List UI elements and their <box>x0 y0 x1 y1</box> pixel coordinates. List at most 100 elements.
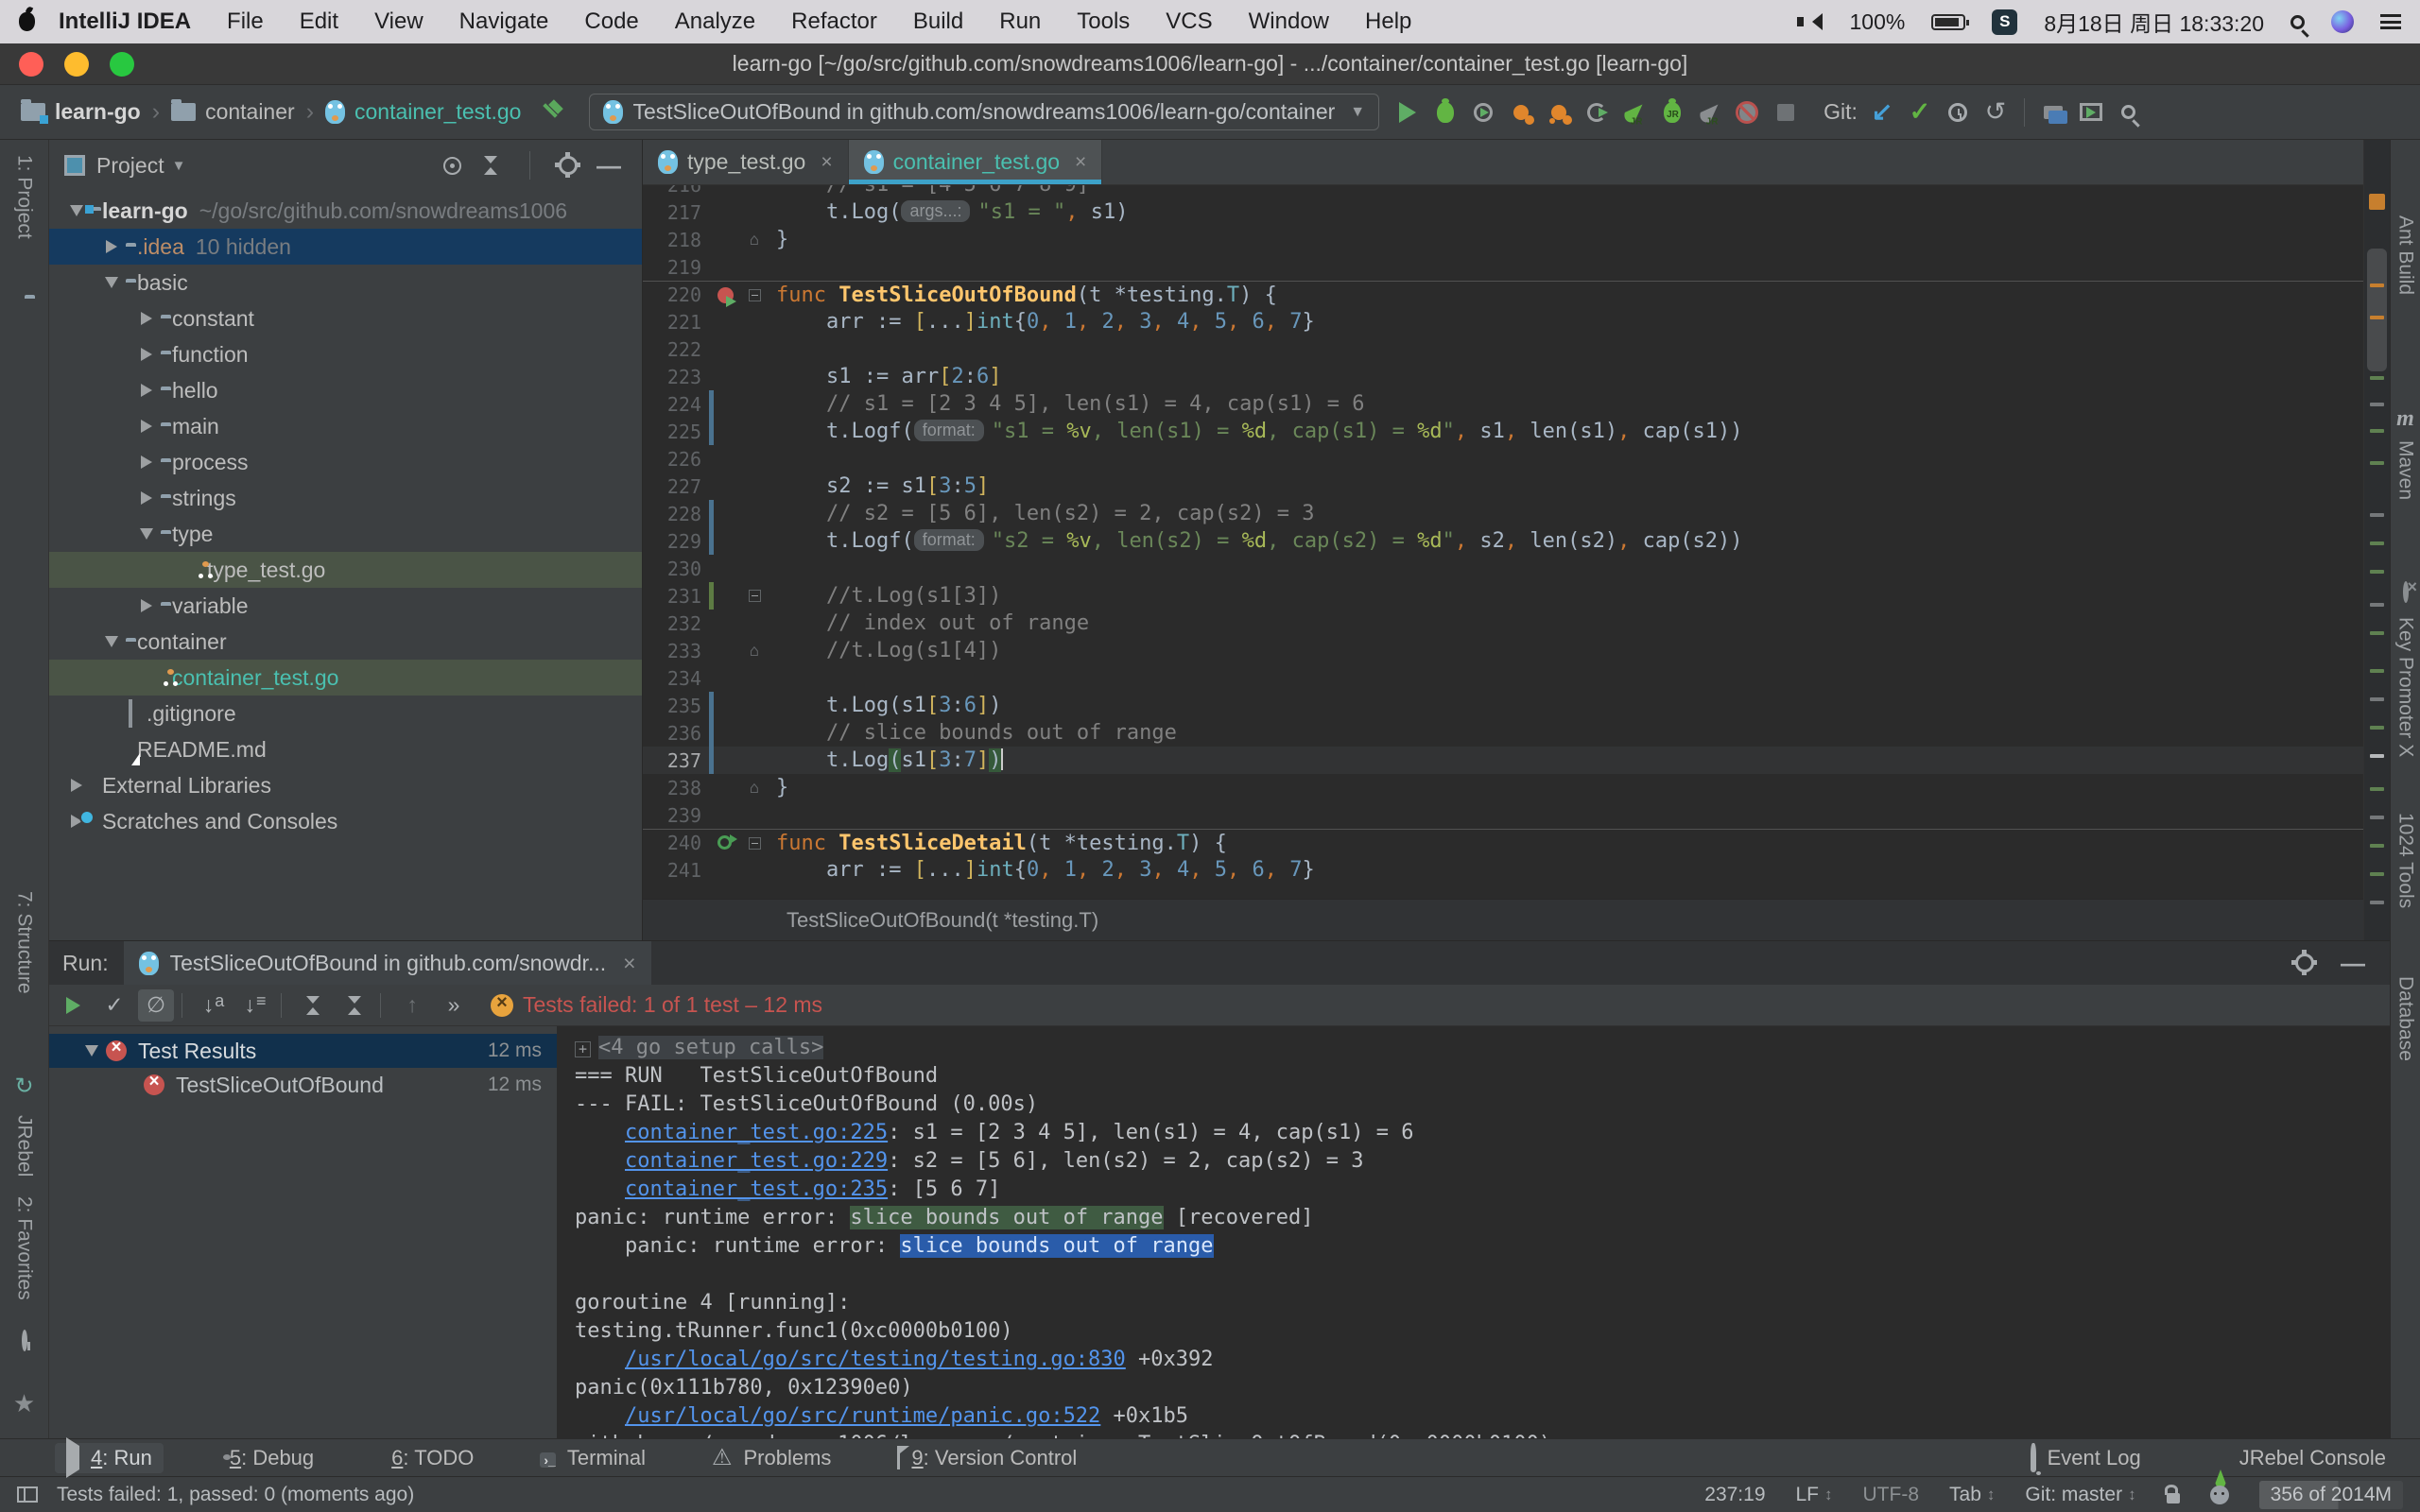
tree-row-variable[interactable]: variable <box>49 588 642 624</box>
close-icon[interactable]: × <box>1075 151 1086 174</box>
tree-toggle-icon[interactable] <box>62 779 91 792</box>
profiler-memory-icon[interactable] <box>1540 94 1578 131</box>
minimize-window-button[interactable] <box>64 52 89 77</box>
rerun-disabled-icon[interactable] <box>1691 94 1729 131</box>
tree-row-container_test.go[interactable]: container_test.go <box>49 660 642 696</box>
menu-item-code[interactable]: Code <box>566 9 656 35</box>
sync-icon[interactable]: ↻ <box>14 1075 33 1098</box>
menubar-clock[interactable]: 8月18日 周日 18:33:20 <box>2044 6 2264 38</box>
hide-panel-icon[interactable]: — <box>2341 949 2365 978</box>
gear-icon[interactable] <box>2295 954 2314 972</box>
menu-item-help[interactable]: Help <box>1347 9 1429 35</box>
tree-row-basic[interactable]: basic <box>49 265 642 301</box>
tree-row-main[interactable]: main <box>49 408 642 444</box>
menu-item-window[interactable]: Window <box>1231 9 1347 35</box>
fold-marker[interactable] <box>742 587 767 606</box>
tree-row-hello[interactable]: hello <box>49 372 642 408</box>
menu-item-file[interactable]: File <box>209 9 282 35</box>
toolwindow-button-problems[interactable]: ⚠Problems <box>700 1441 842 1474</box>
code-line-222[interactable]: 222 <box>643 335 2363 363</box>
debug-icon[interactable] <box>1426 94 1464 131</box>
code-line-239[interactable]: 239 <box>643 801 2363 829</box>
status-widget-356-of-2014m[interactable]: 356 of 2014M <box>2259 1481 2403 1509</box>
notification-center-icon[interactable] <box>2380 14 2401 29</box>
tree-row-process[interactable]: process <box>49 444 642 480</box>
tab-type_test.go[interactable]: type_test.go× <box>643 140 849 184</box>
menu-item-vcs[interactable]: VCS <box>1148 9 1230 35</box>
tree-toggle-icon[interactable] <box>132 384 161 397</box>
menu-item-refactor[interactable]: Refactor <box>773 9 895 35</box>
hector-icon[interactable] <box>2210 1486 2229 1504</box>
search-everywhere-icon[interactable] <box>2110 94 2148 131</box>
chevron-down-icon[interactable]: ▼ <box>172 158 186 174</box>
code-line-228[interactable]: 228 // s2 = [5 6], len(s2) = 2, cap(s2) … <box>643 500 2363 527</box>
build-hammer-icon[interactable] <box>540 100 564 125</box>
more-icon[interactable]: » <box>436 989 472 1022</box>
hide-panel-icon[interactable]: — <box>596 151 621 180</box>
close-window-button[interactable] <box>19 52 43 77</box>
toolwindow-button-version-control[interactable]: 9: Version Control <box>886 1443 1088 1473</box>
locate-file-icon[interactable] <box>443 157 461 175</box>
pin-icon[interactable] <box>22 1332 27 1349</box>
menu-item-analyze[interactable]: Analyze <box>657 9 773 35</box>
tree-toggle-icon[interactable] <box>132 528 161 540</box>
code-line-230[interactable]: 230 <box>643 555 2363 582</box>
rerun-icon[interactable] <box>55 989 91 1022</box>
stop-bug-icon[interactable] <box>1729 94 1767 131</box>
tree-toggle-icon[interactable] <box>132 420 161 433</box>
tree-row-.gitignore[interactable]: .gitignore <box>49 696 642 731</box>
code-line-223[interactable]: 223 s1 := arr[2:6] <box>643 363 2363 390</box>
menu-item-edit[interactable]: Edit <box>282 9 356 35</box>
code-line-216[interactable]: 216 // s1 = [4 5 6 7 8 9] <box>643 185 2363 198</box>
close-icon[interactable]: × <box>821 151 832 174</box>
run-anything-icon[interactable] <box>2072 94 2110 131</box>
show-ignored-icon[interactable]: ∅ <box>138 989 174 1022</box>
tree-row-type[interactable]: type <box>49 516 642 552</box>
code-line-221[interactable]: 221 arr := [...]int{0, 1, 2, 3, 4, 5, 6,… <box>643 308 2363 335</box>
code-line-219[interactable]: 219 <box>643 253 2363 281</box>
code-line-240[interactable]: 240func TestSliceDetail(t *testing.T) { <box>643 829 2363 856</box>
fold-expand-icon[interactable]: + <box>575 1041 591 1057</box>
show-passed-icon[interactable]: ✓ <box>96 989 132 1022</box>
tree-toggle-icon[interactable] <box>97 240 126 253</box>
tree-toggle-icon[interactable] <box>97 636 126 647</box>
collapse-all-icon[interactable] <box>337 989 372 1022</box>
status-widget-utf-8[interactable]: UTF-8 <box>1863 1484 1920 1506</box>
status-widget-lf[interactable]: LF↕ <box>1796 1484 1833 1506</box>
fold-marker[interactable]: ⌂ <box>742 642 767 661</box>
coverage-icon[interactable] <box>1464 94 1502 131</box>
tree-toggle-icon[interactable] <box>97 277 126 288</box>
fold-marker[interactable]: ⌂ <box>742 779 767 798</box>
menu-item-tools[interactable]: Tools <box>1059 9 1148 35</box>
code-line-229[interactable]: 229 t.Logf(format:"s2 = %v, len(s2) = %d… <box>643 527 2363 555</box>
siri-icon[interactable] <box>2331 10 2354 33</box>
s-app-icon[interactable]: S <box>1992 9 2017 35</box>
toolwindow-layout-icon[interactable] <box>17 1486 38 1503</box>
expand-all-icon[interactable] <box>295 989 331 1022</box>
tree-row-container[interactable]: container <box>49 624 642 660</box>
project-panel-title[interactable]: Project <box>96 153 164 179</box>
toolwindow-button-jrebel-console[interactable]: JRebel Console <box>2202 1443 2397 1473</box>
tree-toggle-icon[interactable] <box>78 1045 106 1057</box>
history-icon[interactable] <box>1939 94 1977 131</box>
test-row-Test Results[interactable]: Test Results12 ms <box>49 1034 557 1068</box>
menu-item-navigate[interactable]: Navigate <box>441 9 567 35</box>
status-widget-237-19[interactable]: 237:19 <box>1704 1484 1765 1506</box>
console-link[interactable]: container_test.go:229 <box>625 1149 888 1173</box>
tree-toggle-icon[interactable] <box>132 599 161 612</box>
menu-item-build[interactable]: Build <box>895 9 981 35</box>
tree-toggle-icon[interactable] <box>132 348 161 361</box>
maven-icon[interactable]: m <box>2396 406 2414 432</box>
gear-icon[interactable] <box>559 156 578 175</box>
fold-marker[interactable] <box>742 833 767 852</box>
sidebar-item-2-favorites[interactable]: 2: Favorites <box>13 1196 36 1300</box>
menu-item-run[interactable]: Run <box>981 9 1059 35</box>
tree-row-function[interactable]: function <box>49 336 642 372</box>
commit-icon[interactable]: ✓ <box>1901 94 1939 131</box>
tree-row-.idea[interactable]: .idea10 hidden <box>49 229 642 265</box>
toolwindow-button-event-log[interactable]: Event Log <box>2019 1443 2152 1473</box>
run-configuration-tab[interactable]: TestSliceOutOfBound in github.com/snowdr… <box>124 941 651 985</box>
editor-scrollbar-thumb[interactable] <box>2367 249 2387 371</box>
stop-icon[interactable] <box>1767 94 1805 131</box>
menu-item-intellij-idea[interactable]: IntelliJ IDEA <box>41 9 209 35</box>
